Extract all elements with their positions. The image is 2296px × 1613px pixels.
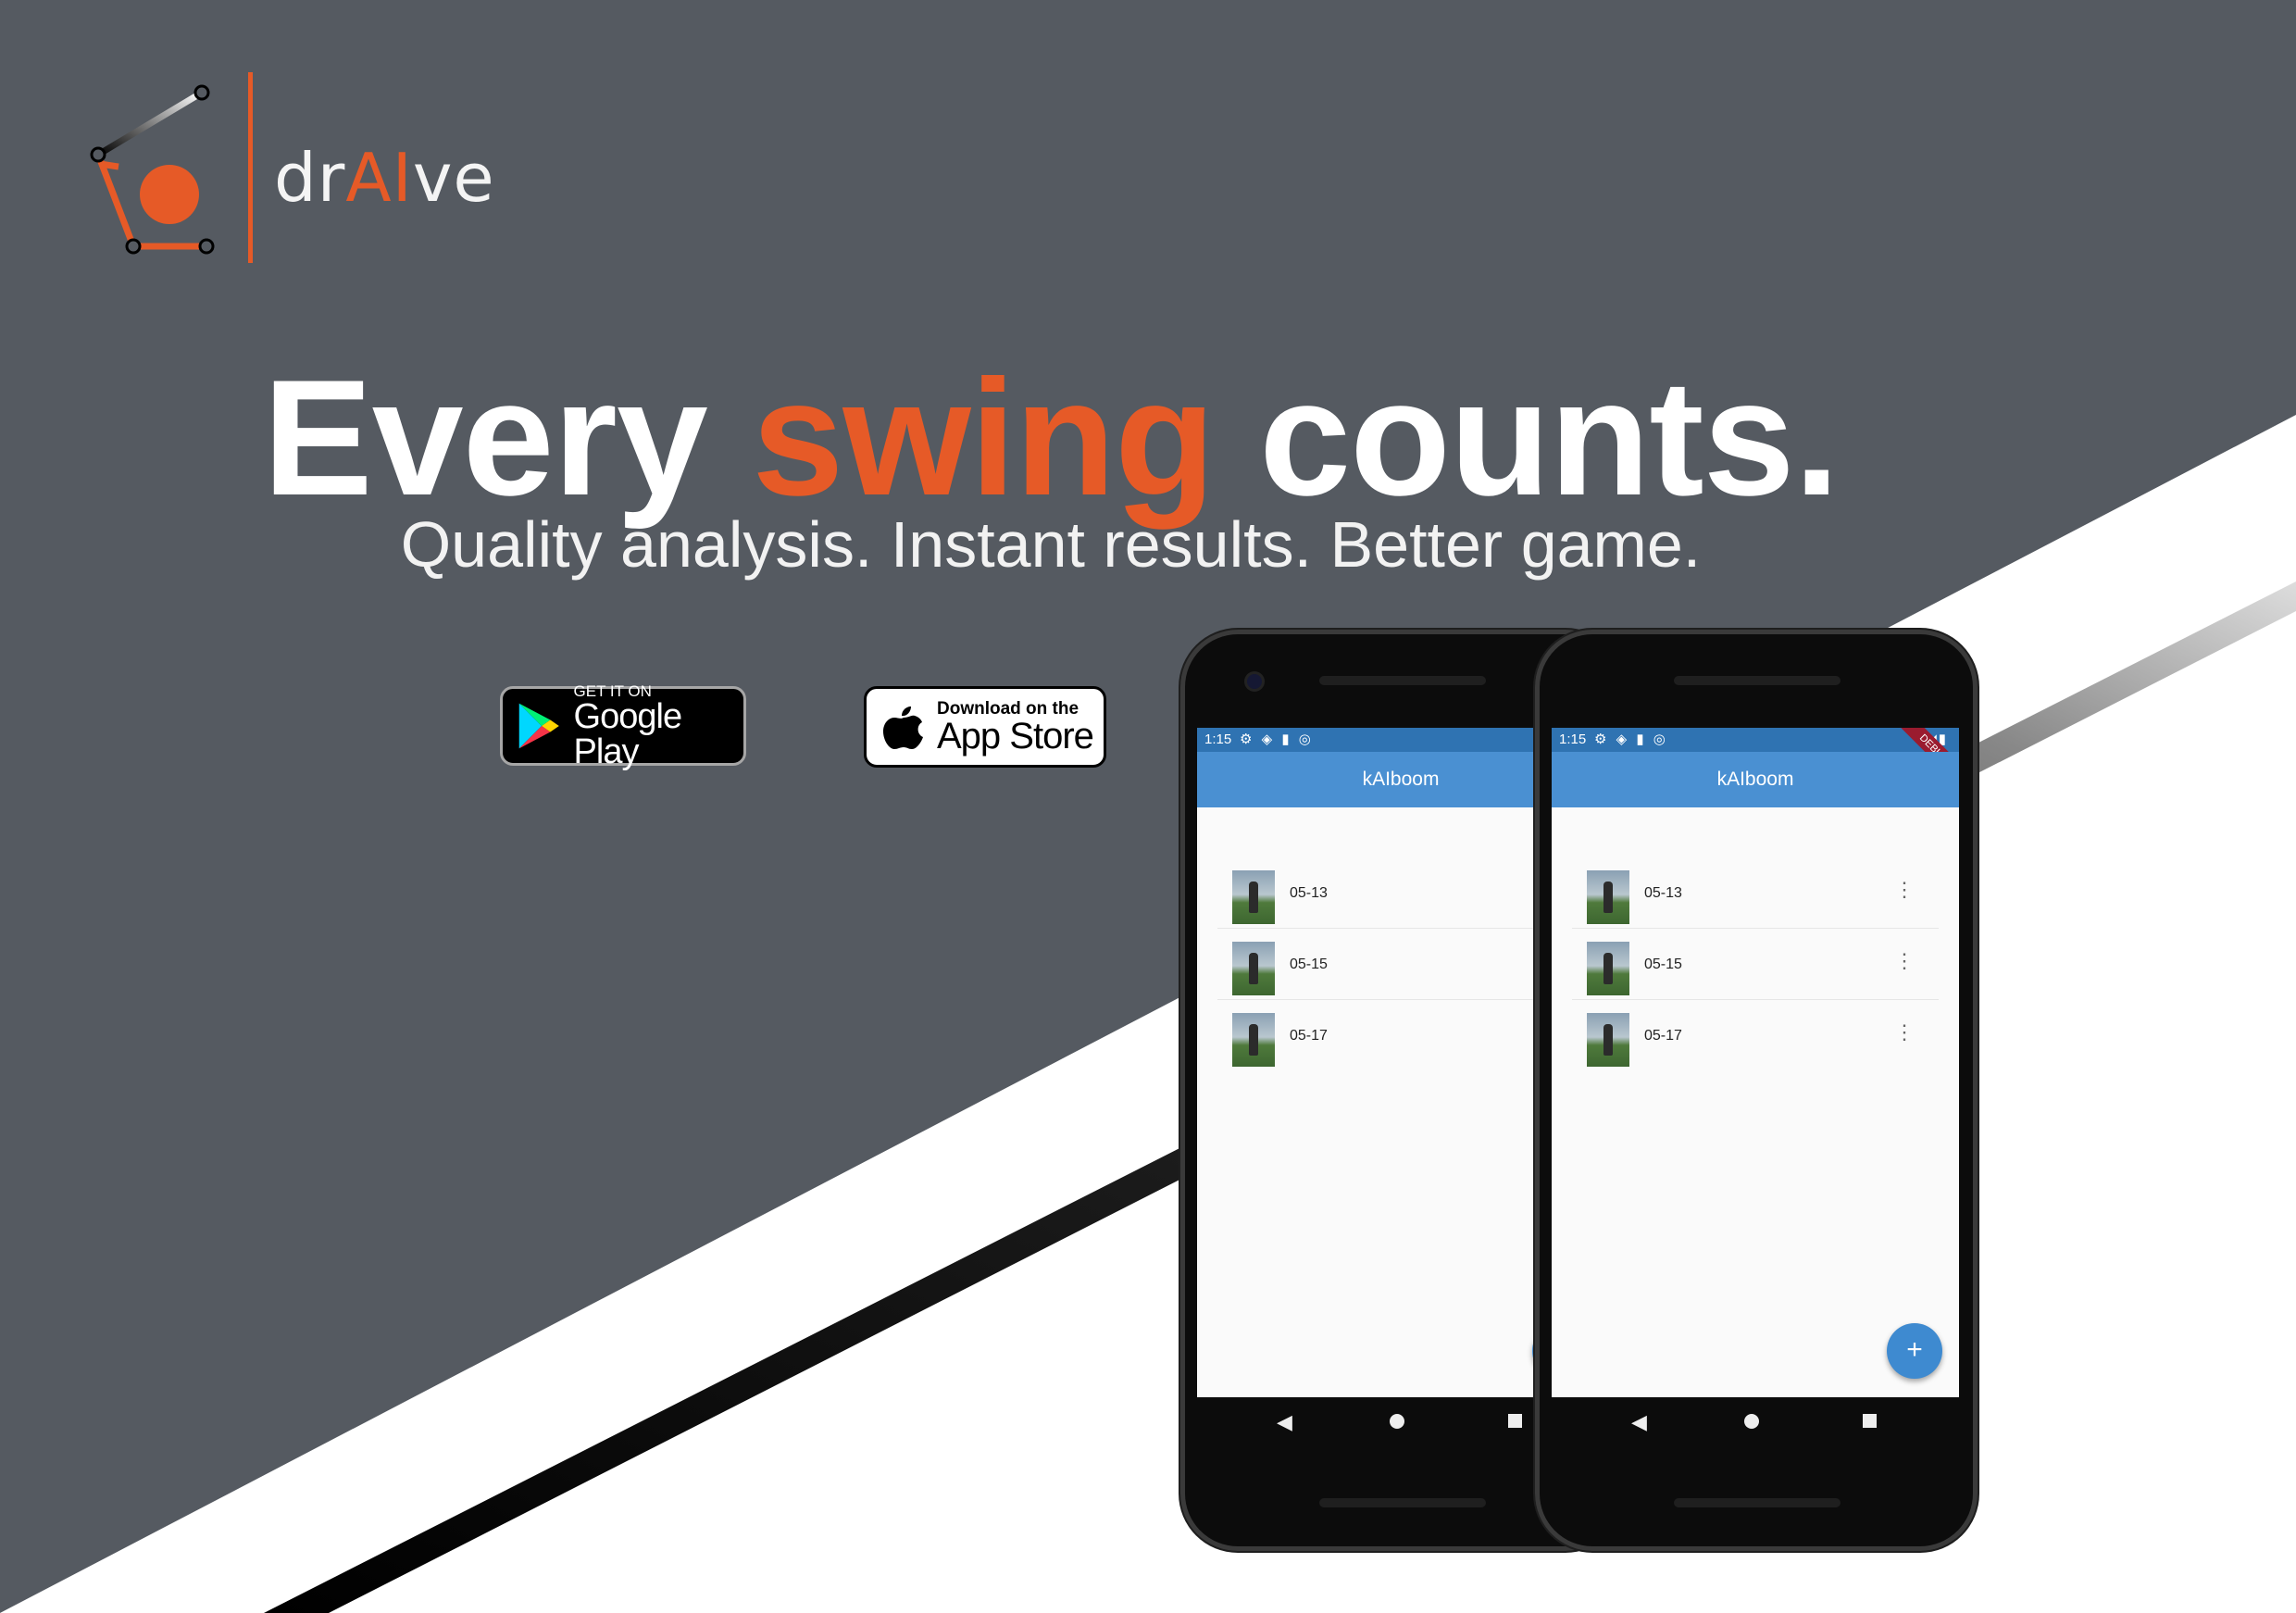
add-fab-button[interactable]: + (1887, 1323, 1942, 1379)
subheadline: Quality analysis. Instant results. Bette… (400, 508, 1702, 581)
swing-thumbnail (1587, 942, 1629, 995)
google-badge-big-text: Google Play (573, 696, 683, 771)
golfer-figure (1249, 953, 1258, 984)
logo-mark-icon (90, 84, 215, 255)
item-date: 05-15 (1644, 957, 1682, 972)
status-bar: 1:15 ⚙ ◈ ▮ ◎ ▾◢▮ DEBUG (1552, 728, 1959, 792)
nav-home-icon[interactable] (1744, 1414, 1759, 1429)
golfer-figure (1603, 1024, 1613, 1056)
nav-recents-icon[interactable] (1508, 1414, 1522, 1428)
google-play-icon (518, 703, 559, 749)
swing-thumbnail (1587, 1013, 1629, 1067)
phone-mockup-right: 1:15 ⚙ ◈ ▮ ◎ ▾◢▮ DEBUG kAIboom 05-13 ⋮ 0… (1535, 630, 1978, 1551)
earpiece-speaker (1674, 676, 1841, 685)
list-item[interactable]: 05-13 ⋮ (1572, 857, 1939, 929)
bottom-speaker (1674, 1498, 1841, 1507)
headline-part1: Every (262, 345, 753, 530)
android-nav-bar: ◀ (1552, 1397, 1959, 1453)
recording-list: 05-13 ⋮ 05-15 ⋮ 05-17 ⋮ (1572, 857, 1939, 1070)
status-notification-icons: ⚙ ◈ ▮ ◎ (1594, 731, 1668, 747)
list-item[interactable]: 05-17 ⋮ (1572, 1000, 1939, 1070)
item-date: 05-15 (1290, 957, 1328, 972)
nav-back-icon[interactable]: ◀ (1631, 1410, 1647, 1434)
app-store-badge[interactable]: Download on the App Store (864, 686, 1106, 768)
item-date: 05-13 (1290, 885, 1328, 901)
swing-thumbnail (1232, 870, 1275, 924)
brand-name-suffix: ve (412, 139, 495, 217)
list-item[interactable]: 05-15 ⋮ (1572, 929, 1939, 1000)
status-notification-icons: ⚙ ◈ ▮ ◎ (1240, 731, 1314, 747)
item-date: 05-17 (1644, 1028, 1682, 1044)
brand-name-prefix: dr (274, 139, 346, 217)
apple-badge-big-text: App Store (937, 715, 1094, 756)
google-badge-small-text: GET IT ON (573, 681, 652, 700)
app-screen: 1:15 ⚙ ◈ ▮ ◎ ▾◢▮ DEBUG kAIboom 05-13 ⋮ 0… (1552, 728, 1959, 1397)
nav-back-icon[interactable]: ◀ (1277, 1410, 1292, 1434)
nav-recents-icon[interactable] (1863, 1414, 1877, 1428)
item-date: 05-17 (1290, 1028, 1328, 1044)
swing-thumbnail (1587, 870, 1629, 924)
status-time: 1:15 (1204, 731, 1232, 747)
brand-name: drAIve (274, 139, 495, 217)
headline: Every swing counts. (0, 343, 2102, 532)
apple-badge-small-text: Download on the (937, 698, 1079, 719)
front-camera (1247, 674, 1262, 689)
more-vert-icon[interactable]: ⋮ (1894, 880, 1915, 900)
brand-name-highlight: AI (345, 139, 413, 217)
more-vert-icon[interactable]: ⋮ (1894, 1022, 1915, 1043)
golfer-figure (1249, 1024, 1258, 1056)
list-item[interactable]: 05-15 ⋮ (1217, 929, 1584, 1000)
golfer-figure (1249, 882, 1258, 913)
earpiece-speaker (1319, 676, 1486, 685)
headline-part2: counts. (1214, 345, 1840, 530)
item-date: 05-13 (1644, 885, 1682, 901)
swing-thumbnail (1232, 1013, 1275, 1067)
logo-divider (248, 72, 253, 263)
google-play-badge[interactable]: GET IT ON Google Play (500, 681, 746, 771)
golfer-figure (1603, 953, 1613, 984)
status-time: 1:15 (1559, 731, 1587, 747)
app-bar-title: kAIboom (1552, 752, 1959, 807)
bottom-speaker (1319, 1498, 1486, 1507)
apple-logo-icon (883, 706, 923, 749)
more-vert-icon[interactable]: ⋮ (1894, 951, 1915, 971)
list-item[interactable]: 05-17 ⋮ (1217, 1000, 1584, 1070)
list-item[interactable]: 05-13 ⋮ (1217, 857, 1584, 929)
golfer-figure (1603, 882, 1613, 913)
swing-thumbnail (1232, 942, 1275, 995)
headline-accent: swing (752, 345, 1215, 530)
nav-home-icon[interactable] (1390, 1414, 1404, 1429)
recording-list: 05-13 ⋮ 05-15 ⋮ 05-17 ⋮ (1217, 857, 1584, 1070)
